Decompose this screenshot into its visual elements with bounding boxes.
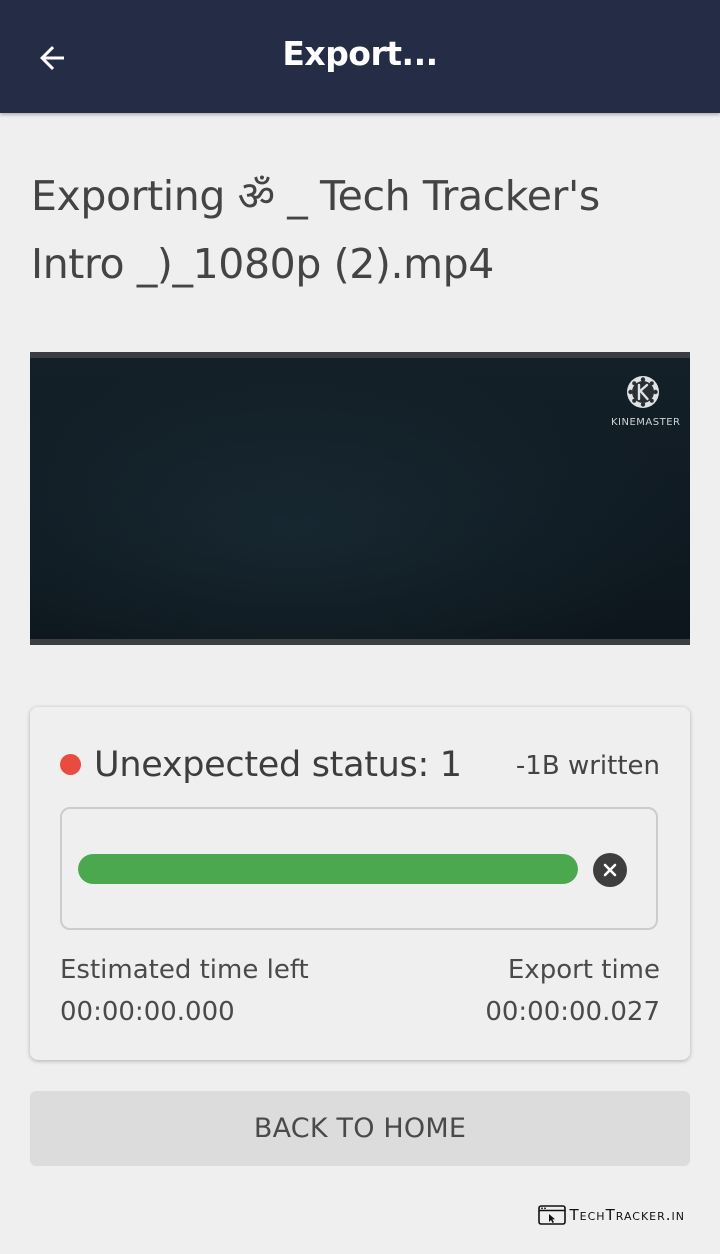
cancel-export-button[interactable] <box>593 853 627 887</box>
app-title: Export... <box>282 34 438 73</box>
export-time-label: Export time <box>507 955 660 985</box>
status-message: Unexpected status: 1 <box>94 745 462 785</box>
export-heading: Exporting ॐ _ Tech Tracker's Intro _)_10… <box>31 172 600 288</box>
app-bar: Export... <box>0 0 720 113</box>
bytes-written: -1B written <box>515 751 660 781</box>
kinemaster-logo-text: KINEMASTER <box>611 417 681 428</box>
estimated-time-label: Estimated time left <box>60 955 309 985</box>
watermark-text: TechTracker.in <box>569 1206 685 1224</box>
export-time-value: 00:00:00.027 <box>485 997 660 1027</box>
back-to-home-button[interactable]: BACK TO HOME <box>30 1091 690 1166</box>
video-preview: KINEMASTER <box>30 352 690 645</box>
preview-frame <box>30 358 690 639</box>
site-watermark: TechTracker.in <box>537 1205 685 1225</box>
close-icon <box>603 863 617 877</box>
estimated-time-value: 00:00:00.000 <box>60 997 235 1027</box>
export-status-card: Unexpected status: 1 -1B written Estimat… <box>30 707 690 1060</box>
progress-bar <box>78 854 578 884</box>
progress-container <box>60 807 658 930</box>
browser-window-icon <box>537 1205 566 1225</box>
kinemaster-watermark: KINEMASTER <box>611 374 681 428</box>
status-indicator-dot <box>60 754 81 775</box>
progress-fill <box>78 854 578 884</box>
kinemaster-logo-icon <box>627 376 659 408</box>
